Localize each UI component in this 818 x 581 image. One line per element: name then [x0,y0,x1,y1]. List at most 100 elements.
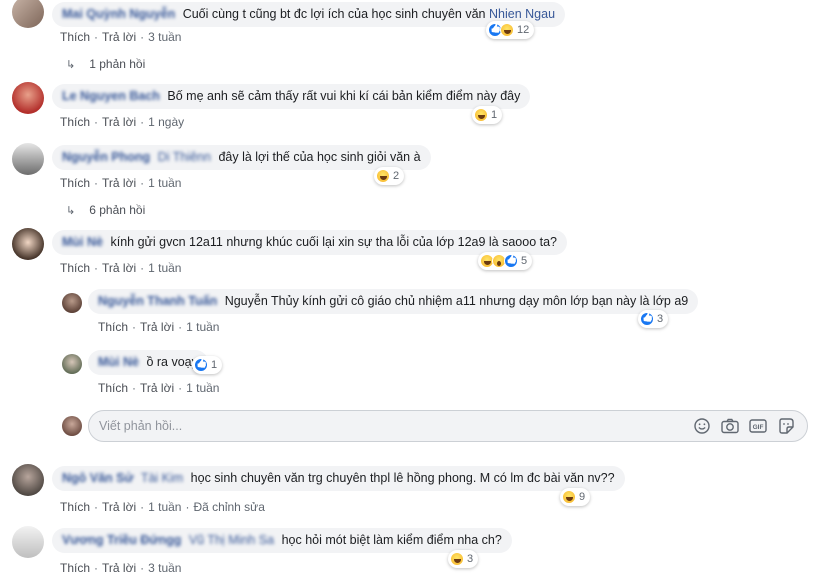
reply-button[interactable]: Trả lời [102,30,136,44]
reply-button[interactable]: Trả lời [102,115,136,129]
haha-icon [474,108,488,122]
comment-actions: Thích · Trả lời · 1 tuần [60,261,182,275]
reaction-summary[interactable]: 3 [638,310,669,328]
reaction-summary[interactable]: 2 [374,167,405,185]
reaction-summary[interactable]: 12 [486,21,535,39]
timestamp[interactable]: 1 tuần [148,500,181,514]
timestamp[interactable]: 3 tuần [148,561,181,575]
comment-actions: Thích · Trả lời · 1 ngày [60,115,185,129]
timestamp[interactable]: 1 tuần [186,381,219,395]
comment-tag[interactable]: Di Thiênn [158,150,211,164]
reply-button[interactable]: Trả lời [140,381,174,395]
comment-actions: Thích · Trả lời · 1 tuần [98,320,220,334]
reply-arrow-icon: ↳ [66,58,76,71]
avatar[interactable] [62,293,82,313]
gif-icon[interactable]: GIF [749,417,767,435]
like-button[interactable]: Thích [60,261,90,275]
edited-label[interactable]: Đã chỉnh sửa [193,500,264,514]
comment-author[interactable]: Le Nguyen Bach [62,89,160,103]
camera-icon[interactable] [721,417,739,435]
avatar[interactable] [12,464,44,496]
reply-input[interactable] [99,417,659,435]
replies-count-label: 6 phản hồi [89,203,146,217]
comment-author[interactable]: Nguyễn Thanh Tuấn [98,294,217,308]
avatar[interactable] [12,82,44,114]
comment-text: học hỏi mót biệt làm kiểm điểm nha ch? [281,533,502,547]
timestamp[interactable]: 1 ngày [148,115,184,129]
replies-count-label: 1 phản hồi [89,57,146,71]
reply-arrow-icon: ↳ [66,204,76,217]
reaction-summary[interactable]: 5 [478,252,533,270]
comment-author[interactable]: Mùi Nè [62,235,103,249]
reaction-count: 9 [579,491,586,503]
comment-mention[interactable]: Nhien Ngau [489,7,555,21]
comment-actions: Thích · Trả lời · 1 tuần · Đã chỉnh sửa [60,500,265,514]
comment-author[interactable]: Ngô Văn Sử [62,471,134,485]
reply-composer[interactable]: GIF [88,410,808,442]
haha-icon [500,23,514,37]
reaction-summary[interactable]: 1 [192,356,223,374]
like-button[interactable]: Thích [60,500,90,514]
reply-button[interactable]: Trả lời [102,500,136,514]
comment-author[interactable]: Nguyễn Phong [62,150,150,164]
comment-bubble: Nguyễn Thanh Tuấn Nguyễn Thủy kính gửi c… [88,289,699,314]
haha-icon [450,552,464,566]
reaction-count: 3 [657,313,664,325]
view-replies-link[interactable]: ↳ 6 phản hồi [66,203,145,217]
comment-author[interactable]: Vương Triều Đứngg [62,533,181,547]
current-user-avatar [62,416,82,436]
comment-bubble: Ngô Văn Sử Tài Kim học sinh chuyên văn t… [52,466,625,491]
reply-button[interactable]: Trả lời [102,176,136,190]
view-replies-link[interactable]: ↳ 1 phản hồi [66,57,145,71]
comment-author[interactable]: Mùi Nè [98,355,139,369]
like-button[interactable]: Thích [98,320,128,334]
comment-text: Nguyễn Thủy kính gửi cô giáo chủ nhiệm a… [224,294,689,308]
reaction-count: 1 [491,109,498,121]
timestamp[interactable]: 1 tuần [186,320,219,334]
reaction-summary[interactable]: 3 [448,550,479,568]
comment-text: kính gửi gvcn 12a11 nhưng khúc cuối lại … [110,235,558,249]
comment-text: đây là lợi thế của học sinh giỏi văn à [218,150,421,164]
like-icon [504,254,518,268]
comment-bubble: Nguyễn Phong Di Thiênn đây là lợi thế củ… [52,145,431,170]
like-icon [194,358,208,372]
like-icon [640,312,654,326]
comment-author[interactable]: Mai Quỳnh Nguyễn [62,7,175,21]
avatar[interactable] [12,0,44,28]
reply-button[interactable]: Trả lời [102,561,136,575]
composer-tools: GIF [693,417,795,435]
reaction-count: 5 [521,255,528,267]
comment-actions: Thích · Trả lời · 3 tuần [60,30,182,44]
reply-button[interactable]: Trả lời [140,320,174,334]
comment-bubble: Vương Triều Đứngg Vũ Thị Minh Sa học hỏi… [52,528,512,553]
emoji-icon[interactable] [693,417,711,435]
reaction-summary[interactable]: 9 [560,488,591,506]
like-button[interactable]: Thích [60,176,90,190]
reaction-count: 3 [467,553,474,565]
like-button[interactable]: Thích [60,115,90,129]
comment-tag[interactable]: Vũ Thị Minh Sa [189,533,274,547]
timestamp[interactable]: 1 tuần [148,261,181,275]
comment-tag[interactable]: Tài Kim [141,471,183,485]
reaction-count: 12 [517,24,530,36]
comment-bubble: Mùi Nè ồ ra voạy [88,350,208,375]
haha-icon [376,169,390,183]
timestamp[interactable]: 1 tuần [148,176,181,190]
reaction-summary[interactable]: 1 [472,106,503,124]
comment-actions: Thích · Trả lời · 1 tuần [98,381,220,395]
timestamp[interactable]: 3 tuần [148,30,181,44]
avatar[interactable] [12,526,44,558]
avatar[interactable] [12,228,44,260]
like-button[interactable]: Thích [60,30,90,44]
comment-text: Bố mẹ anh sẽ cảm thấy rất vui khi kí cái… [167,89,521,103]
comment-actions: Thích · Trả lời · 3 tuần [60,561,182,575]
avatar[interactable] [12,143,44,175]
reply-button[interactable]: Trả lời [102,261,136,275]
svg-text:GIF: GIF [753,424,764,431]
sticker-icon[interactable] [777,417,795,435]
like-button[interactable]: Thích [98,381,128,395]
haha-icon [562,490,576,504]
avatar[interactable] [62,354,82,374]
like-button[interactable]: Thích [60,561,90,575]
comment-text: Cuối cùng t cũng bt đc lợi ích của học s… [182,7,486,21]
